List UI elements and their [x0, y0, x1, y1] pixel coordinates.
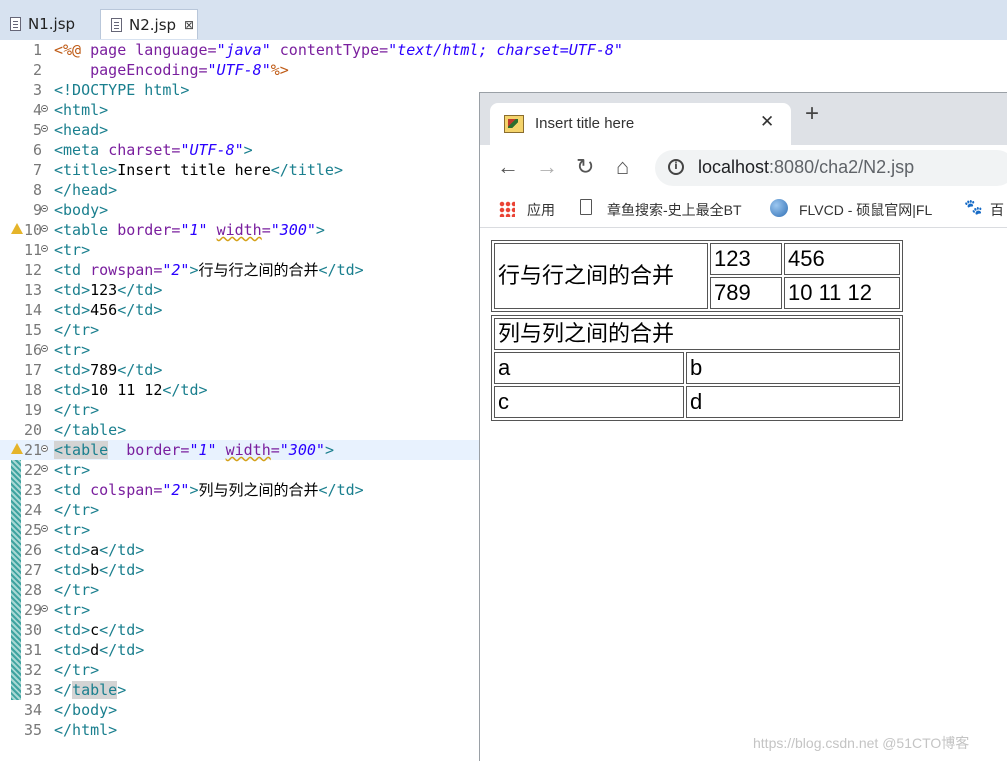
line-number: 28: [23, 581, 42, 599]
line-number: 19: [23, 401, 42, 419]
table-cell: 行与行之间的合并: [494, 243, 708, 309]
watermark: https://blog.csdn.net @51CTO博客: [753, 735, 970, 751]
line-number: 12: [23, 261, 42, 279]
back-arrow-icon[interactable]: ←: [497, 154, 519, 180]
bookmark-zhangyu[interactable]: 章鱼搜索-史上最全BT: [607, 200, 747, 220]
line-number: 13: [23, 281, 42, 299]
table-cell: 123: [710, 243, 782, 275]
home-icon[interactable]: ⌂: [616, 154, 629, 180]
line-number: 34: [23, 701, 42, 719]
line-number: 31: [23, 641, 42, 659]
file-icon: [111, 17, 122, 32]
line-number: 24: [23, 501, 42, 519]
line-number: 25: [23, 521, 42, 539]
address-bar[interactable]: i localhost:8080/cha2/N2.jsp: [655, 150, 1007, 186]
line-number: 33: [23, 681, 42, 699]
url-path: :8080/cha2/N2.jsp: [769, 157, 915, 177]
table-cell: b: [686, 352, 900, 384]
line-number: 26: [23, 541, 42, 559]
browser-tab-strip: Insert title here ✕ +: [480, 93, 1007, 145]
page-icon: [580, 199, 592, 215]
line-number: 30: [23, 621, 42, 639]
line-number: 7: [32, 161, 42, 179]
site-info-icon[interactable]: i: [668, 159, 684, 175]
fold-icon[interactable]: [41, 125, 48, 132]
table-cell: a: [494, 352, 684, 384]
table-cell: 789: [710, 277, 782, 309]
fold-icon[interactable]: [41, 245, 48, 252]
rowspan-table: 行与行之间的合并 123 456 789 10 11 12: [491, 240, 903, 312]
line-number: 15: [23, 321, 42, 339]
line-number: 23: [23, 481, 42, 499]
line-number: 18: [23, 381, 42, 399]
table-row: 行与行之间的合并 123 456: [494, 243, 900, 309]
fold-icon[interactable]: [41, 345, 48, 352]
table-cell: c: [494, 386, 684, 418]
tab-label: N2.jsp: [129, 15, 177, 34]
line-number: 20: [23, 421, 42, 439]
table-row: c d: [494, 386, 900, 418]
page-content: 行与行之间的合并 123 456 789 10 11 12 列与列之间的合并 a…: [480, 228, 1007, 762]
fold-icon[interactable]: [41, 465, 48, 472]
tab-n1-jsp[interactable]: N1.jsp: [0, 9, 98, 39]
apps-grid-icon[interactable]: [499, 201, 515, 217]
url-text[interactable]: localhost:8080/cha2/N2.jsp: [698, 157, 914, 178]
globe-icon: [770, 199, 788, 217]
reload-icon[interactable]: ↻: [576, 154, 594, 180]
browser-toolbar: ← → ↻ ⌂ i localhost:8080/cha2/N2.jsp: [480, 145, 1007, 191]
file-icon: [10, 17, 21, 31]
line-number: 14: [23, 301, 42, 319]
tab-label: N1.jsp: [28, 15, 76, 33]
table-cell: 列与列之间的合并: [494, 318, 900, 350]
bookmark-flvcd[interactable]: FLVCD - 硕鼠官网|FL: [799, 200, 941, 220]
line-number: 32: [23, 661, 42, 679]
forward-arrow-icon[interactable]: →: [536, 154, 558, 180]
table-cell: d: [686, 386, 900, 418]
fold-icon[interactable]: [41, 205, 48, 212]
line-number: 6: [32, 141, 42, 159]
line-number: 8: [32, 181, 42, 199]
table-cell: 456: [784, 243, 900, 275]
bookmark-apps[interactable]: 应用: [527, 200, 555, 220]
url-host: localhost: [698, 157, 770, 177]
tab-n2-jsp[interactable]: N2.jsp ⊠: [100, 9, 198, 39]
colspan-table: 列与列之间的合并 a b c d: [491, 315, 903, 421]
line-number: 9: [32, 201, 42, 219]
line-number: 1: [32, 41, 42, 59]
code-line: 2 pageEncoding="UTF-8"%>: [0, 60, 1007, 80]
fold-icon[interactable]: [41, 105, 48, 112]
line-number: 4: [32, 101, 42, 119]
line-number: 10: [23, 221, 42, 239]
bookmark-baidu[interactable]: 百: [990, 200, 1004, 220]
line-number: 29: [23, 601, 42, 619]
fold-icon[interactable]: [41, 525, 48, 532]
browser-tab-title: Insert title here: [535, 115, 635, 132]
line-number: 2: [32, 61, 42, 79]
close-tab-icon[interactable]: ⊠: [184, 18, 194, 32]
code-line: 1 <%@ page language="java" contentType="t…: [0, 40, 1007, 60]
line-number: 5: [32, 121, 42, 139]
line-number: 22: [23, 461, 42, 479]
page-favicon-icon: [504, 115, 524, 133]
fold-icon[interactable]: [41, 225, 48, 232]
browser-window: Insert title here ✕ + ← → ↻ ⌂ i localhos…: [479, 92, 1007, 762]
fold-icon[interactable]: [41, 605, 48, 612]
line-number: 27: [23, 561, 42, 579]
line-number: 21: [23, 441, 42, 459]
line-number: 17: [23, 361, 42, 379]
fold-icon[interactable]: [41, 445, 48, 452]
editor-tab-bar: N1.jsp N2.jsp ⊠: [0, 0, 1007, 41]
table-row: a b: [494, 352, 900, 384]
table-row: 列与列之间的合并: [494, 318, 900, 350]
baidu-paw-icon: 🐾: [964, 199, 983, 216]
close-tab-icon[interactable]: ✕: [760, 112, 774, 132]
line-number: 3: [32, 81, 42, 99]
line-number: 35: [23, 721, 42, 739]
browser-tab[interactable]: Insert title here ✕: [490, 103, 791, 145]
bookmarks-bar: 应用 章鱼搜索-史上最全BT FLVCD - 硕鼠官网|FL 🐾 百: [480, 191, 1007, 228]
line-number: 16: [23, 341, 42, 359]
line-number: 11: [23, 241, 42, 259]
table-cell: 10 11 12: [784, 277, 900, 309]
new-tab-button[interactable]: +: [805, 102, 819, 126]
